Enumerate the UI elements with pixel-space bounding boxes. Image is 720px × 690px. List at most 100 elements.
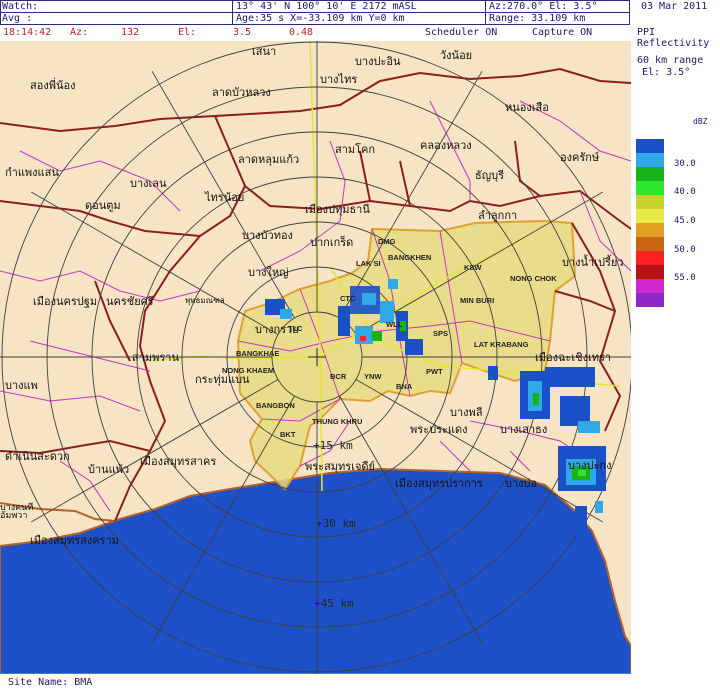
district-label: CTC	[340, 294, 356, 303]
place-label: ดอนตูม	[85, 199, 121, 212]
district-label: MIN BURI	[460, 296, 494, 305]
legend-swatch	[636, 251, 664, 265]
district-label: LAT KRABANG	[474, 340, 529, 349]
site-name: Site Name: BMA	[8, 677, 93, 688]
place-label: ลาดบัวหลวง	[212, 86, 271, 99]
legend-swatch	[636, 279, 664, 293]
range-ring-label: +30 km	[316, 517, 356, 530]
place-label: ไทรน้อย	[204, 191, 244, 204]
place-label: องครักษ์	[560, 151, 599, 164]
district-label: KSW	[464, 263, 482, 272]
legend-swatch	[636, 223, 664, 237]
place-label: สามพราน	[132, 351, 179, 364]
watch-label: Watch:	[2, 1, 39, 12]
value-readout: 0.48	[289, 27, 314, 38]
az-el-readout: Az:270.0° El: 3.5°	[489, 1, 598, 12]
place-label: กำแพงแสน	[5, 166, 59, 179]
district-label: NONG KHAEM	[222, 366, 274, 375]
district-label: DMG	[378, 237, 396, 246]
place-label: พระประแดง	[410, 423, 467, 436]
place-label: บางใหญ่	[248, 266, 289, 279]
place-label: คลองหลวง	[420, 139, 472, 152]
range-ring-label: +45 km	[314, 597, 354, 610]
district-label: LAK SI	[356, 259, 381, 268]
place-label: เมืองสมุทรสงคราม	[30, 534, 119, 547]
place-label: ธัญบุรี	[475, 169, 504, 182]
legend-label-40: 40.0	[674, 187, 696, 197]
district-label: BANGKHEN	[388, 253, 431, 262]
legend-swatch	[636, 209, 664, 223]
place-label: บางบ่อ	[505, 477, 537, 490]
place-label: หนองเสือ	[505, 101, 549, 114]
place-label: เมืองสมุทรปราการ	[395, 477, 483, 490]
legend-unit: dBZ	[693, 117, 708, 126]
legend-swatch	[636, 293, 664, 307]
place-label: บางเลน	[130, 177, 167, 190]
place-label: ลำลูกกา	[478, 209, 517, 222]
scheduler-status[interactable]: Scheduler ON	[425, 27, 497, 38]
place-label: สองพี่น้อง	[30, 77, 75, 92]
capture-status[interactable]: Capture ON	[532, 27, 592, 38]
place-label: เมืองนครปฐม	[33, 295, 97, 308]
legend-ppi: PPI	[637, 27, 656, 38]
legend-swatch	[636, 139, 664, 153]
district-label: BANGKHAE	[236, 349, 279, 358]
place-label: บางน้ำเปรี้ยว	[562, 254, 624, 269]
district-label: TLC	[288, 324, 303, 333]
az-value: 132	[121, 27, 140, 38]
place-label: บางแพ	[5, 379, 38, 392]
place-label: อัมพวา	[0, 511, 27, 521]
legend-label-45: 45.0	[674, 216, 696, 226]
legend-label-55: 55.0	[674, 273, 696, 283]
place-label: เมืองสมุทรสาคร	[140, 455, 216, 468]
district-label: THUNG KHRU	[312, 417, 362, 426]
place-label: พุทธมณฑล	[185, 296, 225, 305]
place-label: เมืองฉะเชิงเทรา	[535, 351, 611, 364]
place-label: เมืองปทุมธานี	[305, 203, 370, 216]
place-label: บางไทร	[320, 73, 357, 86]
az-label: Az:	[70, 27, 89, 38]
place-label: ดำเนินสะดวก	[5, 450, 70, 463]
date-readout: 03 Mar 2011	[641, 1, 708, 12]
place-label: นครชัยศรี	[106, 295, 154, 308]
legend-swatch	[636, 181, 664, 195]
range-readout: Range: 33.109 km	[489, 13, 586, 24]
place-label: บางปะกง	[568, 459, 611, 472]
district-label: BANGBON	[256, 401, 295, 410]
district-label: BKT	[280, 430, 296, 439]
legend-label-30: 30.0	[674, 159, 696, 169]
header-cell-avg	[0, 12, 233, 25]
el-value: 3.5	[233, 27, 252, 38]
legend-swatch	[636, 167, 664, 181]
place-label: เสนา	[252, 45, 276, 58]
age-readout: Age:35 s X=-33.109 km Y=0 km	[236, 13, 405, 24]
el-label: El:	[178, 27, 197, 38]
place-label: บางพลี	[450, 406, 483, 419]
place-label: พระสมุทรเจดีย์	[305, 460, 375, 473]
district-label: BCR	[330, 372, 347, 381]
district-label: WLL	[386, 320, 403, 329]
district-label: BNA	[396, 382, 413, 391]
place-label: บางบัวทอง	[242, 229, 293, 242]
legend-label-50: 50.0	[674, 245, 696, 255]
place-label: ปากเกร็ด	[310, 235, 353, 249]
radar-map[interactable]: เสนา วังน้อย บางปะอินบางไทร สองพี่น้องลาดบั…	[0, 41, 631, 674]
legend-swatch	[636, 153, 664, 167]
legend-swatch	[636, 237, 664, 251]
avg-label: Avg :	[2, 13, 33, 24]
range-ring-label: +15 km	[313, 439, 353, 452]
place-label: บางปะอิน	[355, 55, 401, 68]
legend-range: 60 km range	[637, 55, 704, 66]
district-label: SPS	[433, 329, 448, 338]
legend-swatch	[636, 265, 664, 279]
place-label: ลาดหลุมแก้ว	[238, 153, 299, 166]
district-label: NONG CHOK	[510, 274, 557, 283]
place-label: สามโคก	[335, 142, 375, 156]
place-label: บ้านแพ้ว	[88, 463, 129, 476]
legend-elevation: El: 3.5°	[642, 67, 691, 78]
legend-product: Reflectivity	[637, 38, 710, 49]
district-label: PWT	[426, 367, 443, 376]
time-readout: 18:14:42	[3, 27, 52, 38]
coords-readout: 13° 43' N 100° 10' E 2172 mASL	[236, 1, 417, 12]
legend-swatch	[636, 195, 664, 209]
